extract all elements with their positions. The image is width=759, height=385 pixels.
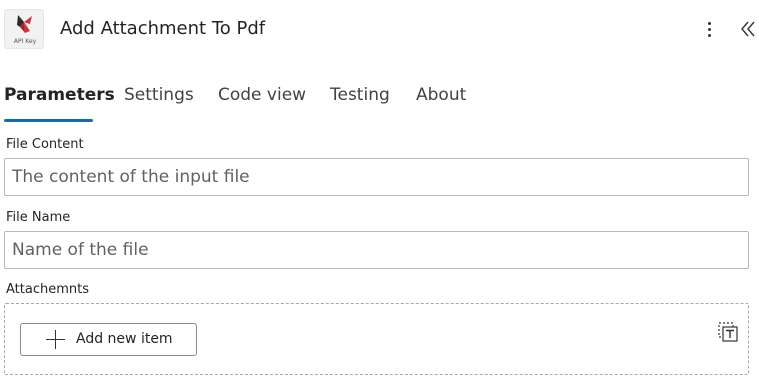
switch-to-text-mode-button[interactable] <box>717 321 739 343</box>
collapse-panel-button[interactable] <box>738 16 759 42</box>
plus-icon <box>46 330 65 349</box>
add-new-item-label: Add new item <box>76 331 173 347</box>
tab-settings[interactable]: Settings <box>124 85 194 105</box>
double-chevron-left-icon <box>741 21 755 37</box>
file-content-field-box <box>4 158 749 196</box>
more-options-button[interactable] <box>699 16 721 42</box>
attachments-array-container: Add new item <box>4 303 749 375</box>
text-mode-icon <box>718 322 738 342</box>
page-title: Add Attachment To Pdf <box>60 18 266 39</box>
more-dot-icon <box>708 22 711 25</box>
tab-bar: Parameters Settings Code view Testing Ab… <box>0 82 759 124</box>
file-name-field-box <box>4 231 749 269</box>
tab-code-view[interactable]: Code view <box>218 85 306 105</box>
attachments-label: Attachemnts <box>6 282 89 297</box>
file-name-input[interactable] <box>5 232 748 268</box>
file-content-input[interactable] <box>5 159 748 195</box>
tab-parameters[interactable]: Parameters <box>4 85 115 105</box>
tab-about[interactable]: About <box>416 85 466 105</box>
file-name-label: File Name <box>6 210 71 225</box>
more-dot-icon <box>708 34 711 37</box>
panel-header: API Key Add Attachment To Pdf <box>0 0 759 60</box>
icon-caption: API Key <box>13 38 37 45</box>
active-tab-indicator <box>4 119 93 122</box>
file-content-label: File Content <box>6 137 84 152</box>
api-key-icon <box>17 15 32 33</box>
add-new-item-button[interactable]: Add new item <box>20 323 197 356</box>
connector-app-icon: API Key <box>4 9 44 49</box>
more-dot-icon <box>708 28 711 31</box>
tab-testing[interactable]: Testing <box>330 85 390 105</box>
